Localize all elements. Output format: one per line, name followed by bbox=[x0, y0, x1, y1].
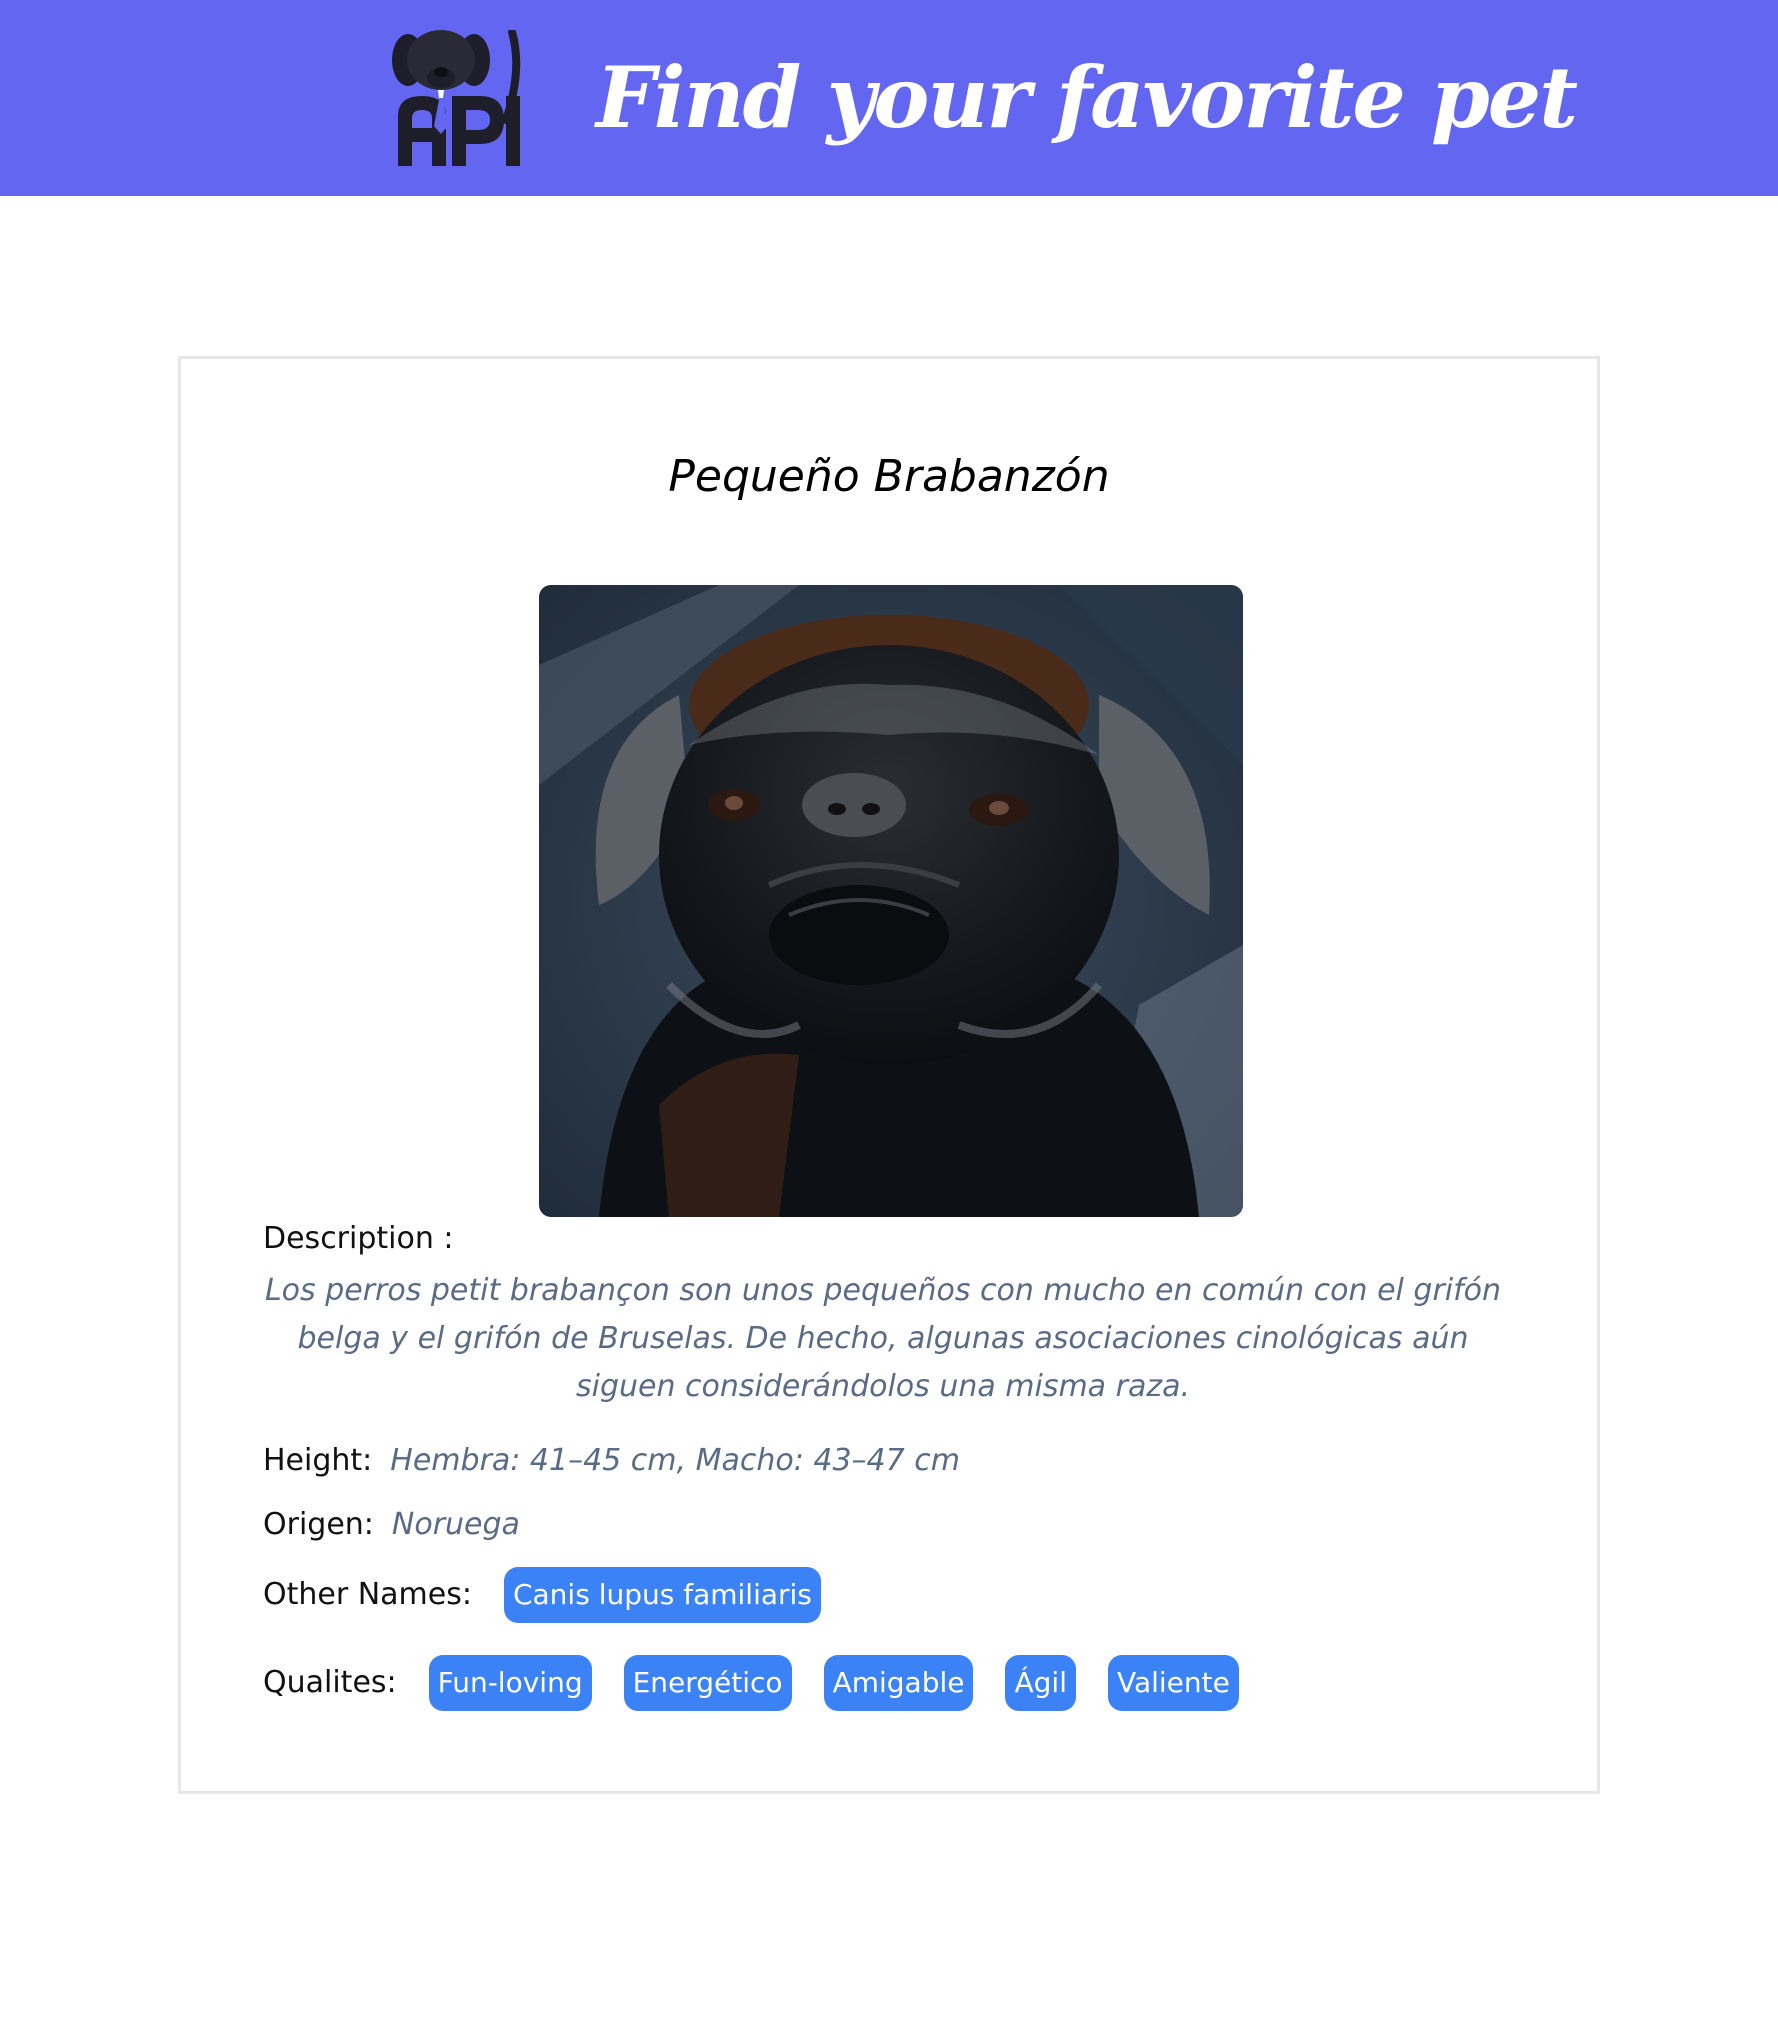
quality-chip-energetico[interactable]: Energético bbox=[623, 1655, 792, 1711]
site-title: Find your favorite pet bbox=[596, 48, 1578, 147]
dog-photo bbox=[539, 585, 1243, 1217]
description-text: Los perros petit brabançon son unos pequ… bbox=[264, 1273, 1502, 1404]
other-names-label: Other Names: bbox=[263, 1577, 472, 1612]
origin-label: Origen: bbox=[263, 1507, 374, 1542]
quality-chip-agil[interactable]: Ágil bbox=[1005, 1655, 1076, 1711]
quality-chip-fun-loving[interactable]: Fun-loving bbox=[428, 1655, 592, 1711]
pet-name: Pequeño Brabanzón bbox=[668, 451, 1110, 502]
qualities-row: Qualites: Fun-loving Energético Amigable… bbox=[263, 1655, 1271, 1711]
qualities-label: Qualites: bbox=[263, 1665, 397, 1700]
origin-row: Origen: Noruega bbox=[263, 1505, 520, 1545]
height-label: Height: bbox=[263, 1443, 373, 1478]
other-names-row: Other Names: Canis lupus familiaris bbox=[263, 1567, 853, 1623]
height-value: Hembra: 41–45 cm, Macho: 43–47 cm bbox=[390, 1443, 960, 1478]
origin-value: Noruega bbox=[391, 1507, 520, 1542]
height-row: Height: Hembra: 41–45 cm, Macho: 43–47 c… bbox=[263, 1441, 960, 1481]
site-header: Find your favorite pet bbox=[0, 0, 1778, 196]
description-label: Description : bbox=[263, 1221, 454, 1256]
other-name-chip[interactable]: Canis lupus familiaris bbox=[503, 1567, 821, 1623]
quality-chip-valiente[interactable]: Valiente bbox=[1107, 1655, 1239, 1711]
dog-api-logo-icon[interactable] bbox=[388, 28, 522, 166]
quality-chip-amigable[interactable]: Amigable bbox=[823, 1655, 974, 1711]
pet-card: Pequeño Brabanzón Description: Los perr… bbox=[178, 356, 1600, 1794]
